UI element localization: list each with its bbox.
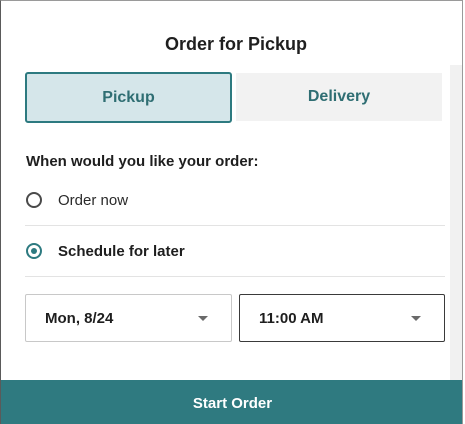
timing-question: When would you like your order: bbox=[26, 153, 259, 170]
chevron-down-icon bbox=[411, 316, 421, 321]
chevron-down-icon bbox=[198, 316, 208, 321]
order-now-label: Order now bbox=[58, 191, 129, 209]
order-now-option[interactable]: Order now bbox=[25, 177, 445, 223]
tab-delivery[interactable]: Delivery bbox=[236, 73, 442, 121]
scrollbar-track[interactable] bbox=[450, 65, 462, 380]
modal-title: Order for Pickup bbox=[164, 34, 308, 54]
time-select-value: 11:00 AM bbox=[259, 309, 324, 327]
option-divider bbox=[25, 225, 445, 226]
time-select[interactable]: 11:00 AM bbox=[239, 294, 445, 342]
schedule-later-label: Schedule for later bbox=[58, 242, 185, 260]
date-select[interactable]: Mon, 8/24 bbox=[25, 294, 232, 342]
schedule-divider bbox=[25, 276, 445, 277]
start-order-button[interactable]: Start Order bbox=[1, 380, 462, 424]
schedule-later-option[interactable]: Schedule for later bbox=[25, 228, 445, 274]
order-now-radio[interactable] bbox=[26, 192, 42, 208]
order-modal: Order for Pickup Pickup Delivery When wo… bbox=[0, 0, 463, 424]
tab-pickup[interactable]: Pickup bbox=[25, 72, 232, 123]
schedule-later-radio[interactable] bbox=[26, 243, 42, 259]
date-select-value: Mon, 8/24 bbox=[45, 309, 114, 327]
